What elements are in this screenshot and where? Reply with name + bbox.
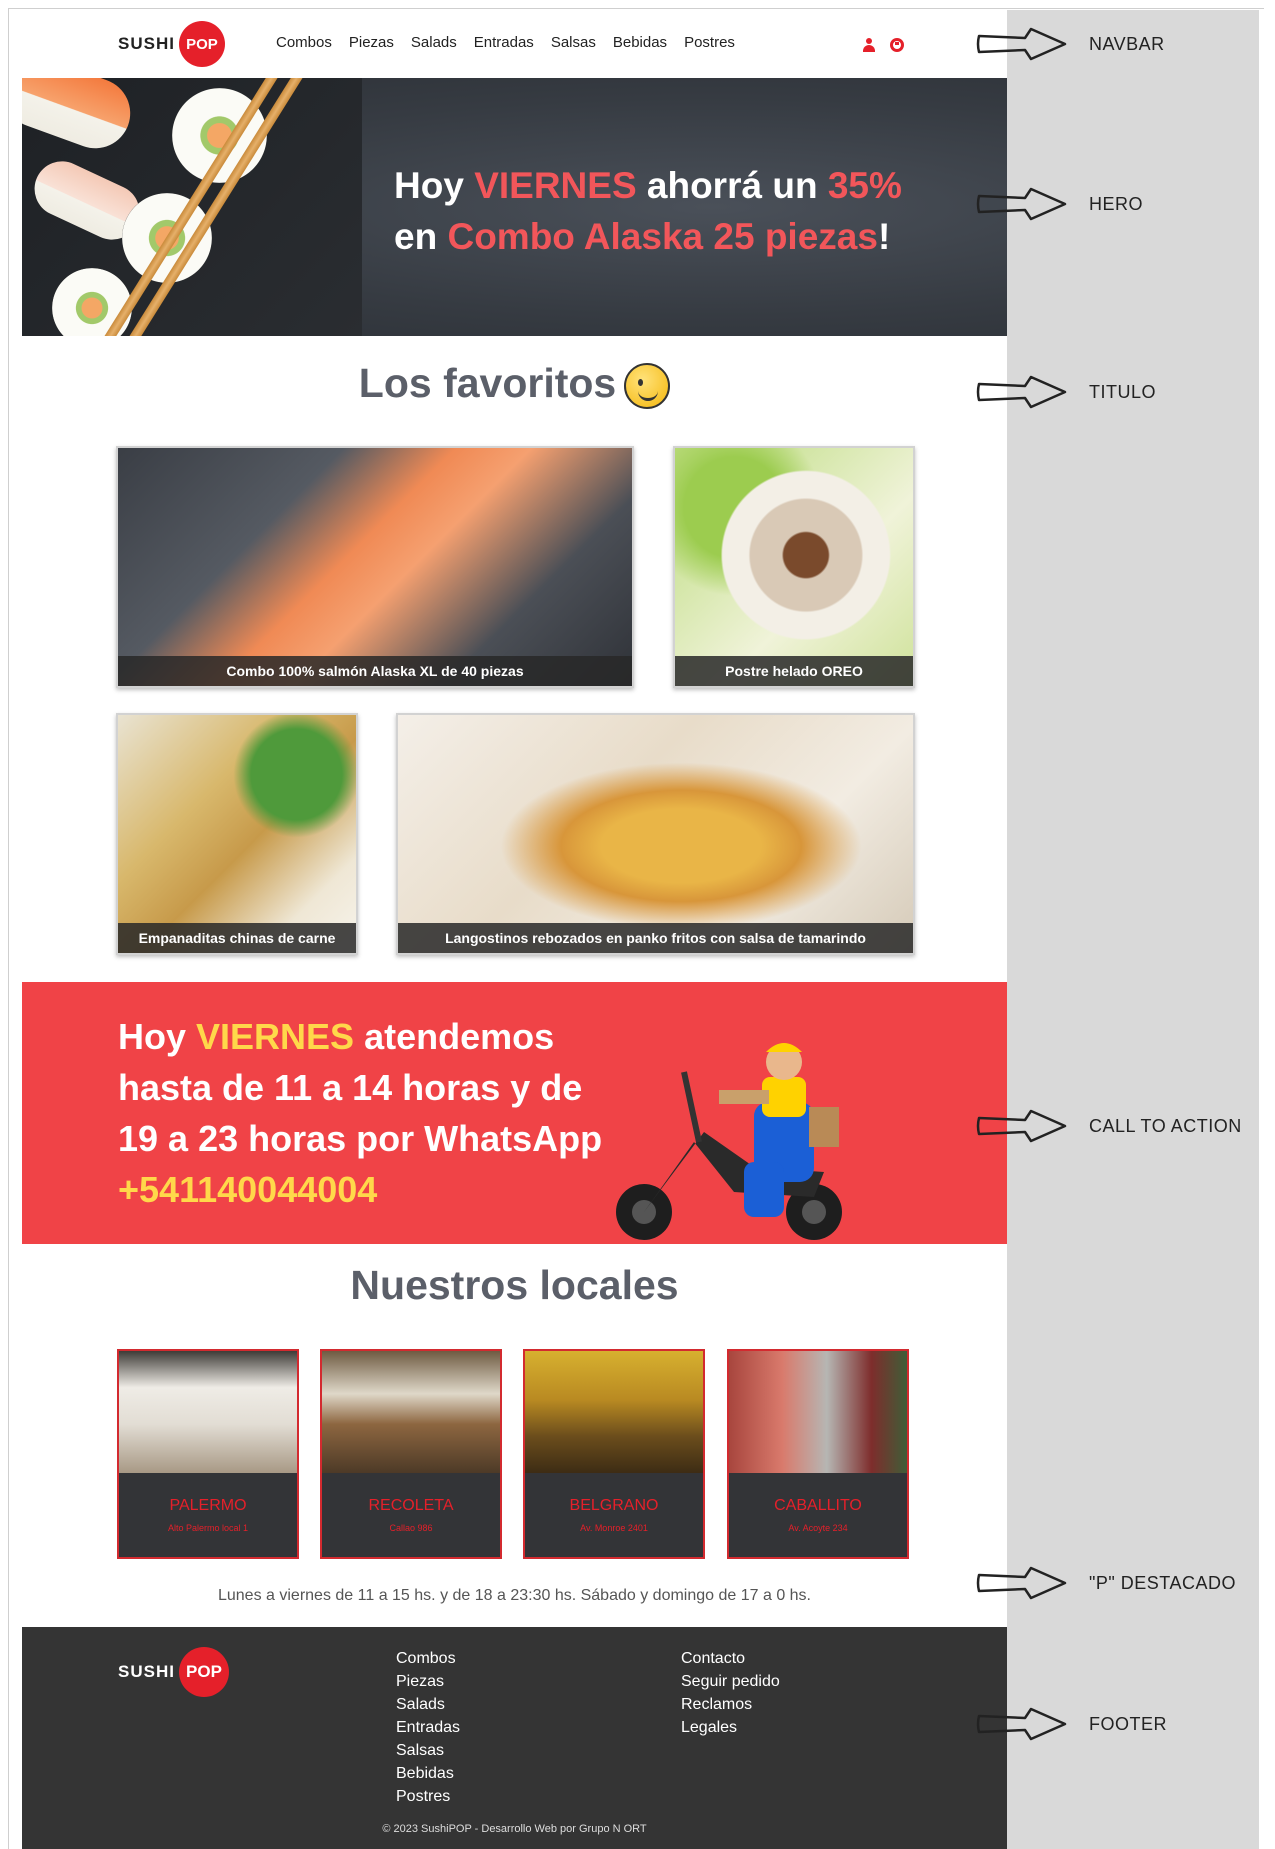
favorite-caption: Combo 100% salmón Alaska XL de 40 piezas <box>118 656 632 686</box>
cart-icon[interactable] <box>890 38 904 52</box>
footer-link-entradas[interactable]: Entradas <box>396 1716 460 1739</box>
footer-link-postres[interactable]: Postres <box>396 1785 460 1808</box>
annotation-call-to-action: CALL TO ACTION <box>975 1108 1242 1144</box>
local-name: BELGRANO <box>569 1497 659 1514</box>
copyright: © 2023 SushiPOP - Desarrollo Web por Gru… <box>382 1823 647 1835</box>
annotation-label: "P" DESTACADO <box>1089 1572 1236 1593</box>
navbar: SUSHI POP Combos Piezas Salads Entradas … <box>22 10 1007 78</box>
logo-badge: POP <box>178 1647 229 1697</box>
local-photo <box>119 1351 297 1473</box>
favorite-card[interactable]: Empanaditas chinas de carne <box>116 713 358 955</box>
footer-link-contacto[interactable]: Contacto <box>681 1647 780 1670</box>
hero-headline: Hoy VIERNES ahorrá un 35% en Combo Alask… <box>394 165 902 257</box>
pointing-hand-icon <box>976 375 1067 409</box>
pointing-hand-icon <box>976 1566 1067 1600</box>
favorite-caption: Empanaditas chinas de carne <box>118 923 356 953</box>
hero-banner[interactable]: Hoy VIERNES ahorrá un 35% en Combo Alask… <box>22 78 1007 336</box>
nav-links: Combos Piezas Salads Entradas Salsas Beb… <box>276 34 735 51</box>
annotation-label: FOOTER <box>1089 1713 1167 1734</box>
annotation-footer: FOOTER <box>975 1706 1167 1742</box>
nav-link-piezas[interactable]: Piezas <box>349 34 394 51</box>
favorite-caption: Postre helado OREO <box>675 656 913 686</box>
footer-link-salads[interactable]: Salads <box>396 1693 460 1716</box>
local-card-palermo[interactable]: PALERMO Alto Palermo local 1 <box>117 1349 299 1559</box>
footer-link-legales[interactable]: Legales <box>681 1716 780 1739</box>
footer-link-bebidas[interactable]: Bebidas <box>396 1762 460 1785</box>
pointing-hand-icon <box>976 27 1067 61</box>
footer-link-seguir-pedido[interactable]: Seguir pedido <box>681 1670 780 1693</box>
locales-title: Nuestros locales <box>350 1262 679 1308</box>
nav-link-postres[interactable]: Postres <box>684 34 735 51</box>
local-photo <box>729 1351 907 1473</box>
nav-link-entradas[interactable]: Entradas <box>474 34 534 51</box>
nav-link-salads[interactable]: Salads <box>411 34 457 51</box>
pointing-hand-icon <box>976 1707 1067 1741</box>
footer-logo[interactable]: SUSHI POP <box>118 1647 229 1697</box>
local-card-belgrano[interactable]: BELGRANO Av. Monroe 2401 <box>523 1349 705 1559</box>
local-address: Callao 986 <box>389 1523 433 1533</box>
annotation-p-destacado: "P" DESTACADO <box>975 1565 1236 1601</box>
local-address: Alto Palermo local 1 <box>167 1523 249 1533</box>
footer-info-links: Contacto Seguir pedido Reclamos Legales <box>681 1647 780 1739</box>
call-to-action-banner[interactable]: Hoy VIERNES atendemos hasta de 11 a 14 h… <box>22 982 1007 1244</box>
local-address: Av. Acoyte 234 <box>788 1523 848 1533</box>
favorite-card[interactable]: Combo 100% salmón Alaska XL de 40 piezas <box>116 446 634 688</box>
nav-icons <box>862 38 904 52</box>
annotation-titulo: TITULO <box>975 374 1156 410</box>
favorite-card[interactable]: Langostinos rebozados en panko fritos co… <box>396 713 915 955</box>
favorite-caption: Langostinos rebozados en panko fritos co… <box>398 923 913 953</box>
local-card-caballito[interactable]: CABALLITO Av. Acoyte 234 <box>727 1349 909 1559</box>
footer: SUSHI POP Combos Piezas Salads Entradas … <box>22 1627 1007 1849</box>
local-name: RECOLETA <box>368 1497 454 1514</box>
local-address: Av. Monroe 2401 <box>580 1523 648 1533</box>
local-name: PALERMO <box>169 1497 247 1514</box>
nav-link-salsas[interactable]: Salsas <box>551 34 596 51</box>
nav-link-bebidas[interactable]: Bebidas <box>613 34 667 51</box>
local-name: CABALLITO <box>774 1497 862 1514</box>
footer-link-salsas[interactable]: Salsas <box>396 1739 460 1762</box>
pointing-hand-icon <box>976 187 1067 221</box>
favorite-card[interactable]: Postre helado OREO <box>673 446 915 688</box>
annotation-label: NAVBAR <box>1089 33 1165 54</box>
local-photo <box>525 1351 703 1473</box>
navbar-logo[interactable]: SUSHI POP <box>118 21 225 67</box>
favorites-title: Los favoritos <box>22 360 1007 410</box>
pointing-hand-icon <box>976 1109 1067 1143</box>
whatsapp-phone[interactable]: +541140044004 <box>118 1164 602 1215</box>
footer-link-combos[interactable]: Combos <box>396 1647 460 1670</box>
user-icon[interactable] <box>862 38 876 52</box>
logo-badge: POP <box>178 21 225 67</box>
logo-word: SUSHI <box>118 34 175 53</box>
winking-face-icon <box>624 363 671 410</box>
footer-menu-links: Combos Piezas Salads Entradas Salsas Beb… <box>396 1647 460 1808</box>
mockup-page: SUSHI POP Combos Piezas Salads Entradas … <box>22 10 1007 1849</box>
delivery-scooter-image <box>616 1043 842 1240</box>
local-card-recoleta[interactable]: RECOLETA Callao 986 <box>320 1349 502 1559</box>
nav-link-combos[interactable]: Combos <box>276 34 332 51</box>
annotation-label: CALL TO ACTION <box>1089 1115 1242 1136</box>
logo-word: SUSHI <box>118 1662 175 1681</box>
footer-link-reclamos[interactable]: Reclamos <box>681 1693 780 1716</box>
annotation-label: HERO <box>1089 193 1144 214</box>
cta-text: Hoy VIERNES atendemos hasta de 11 a 14 h… <box>118 1011 602 1215</box>
hero-sushi-image <box>22 78 362 336</box>
opening-hours-paragraph: Lunes a viernes de 11 a 15 hs. y de 18 a… <box>217 1587 811 1604</box>
nigiri-image <box>22 78 141 159</box>
annotation-label: TITULO <box>1089 381 1157 402</box>
annotation-hero: HERO <box>975 186 1143 222</box>
annotation-navbar: NAVBAR <box>975 26 1165 62</box>
footer-link-piezas[interactable]: Piezas <box>396 1670 460 1693</box>
local-photo <box>322 1351 500 1473</box>
